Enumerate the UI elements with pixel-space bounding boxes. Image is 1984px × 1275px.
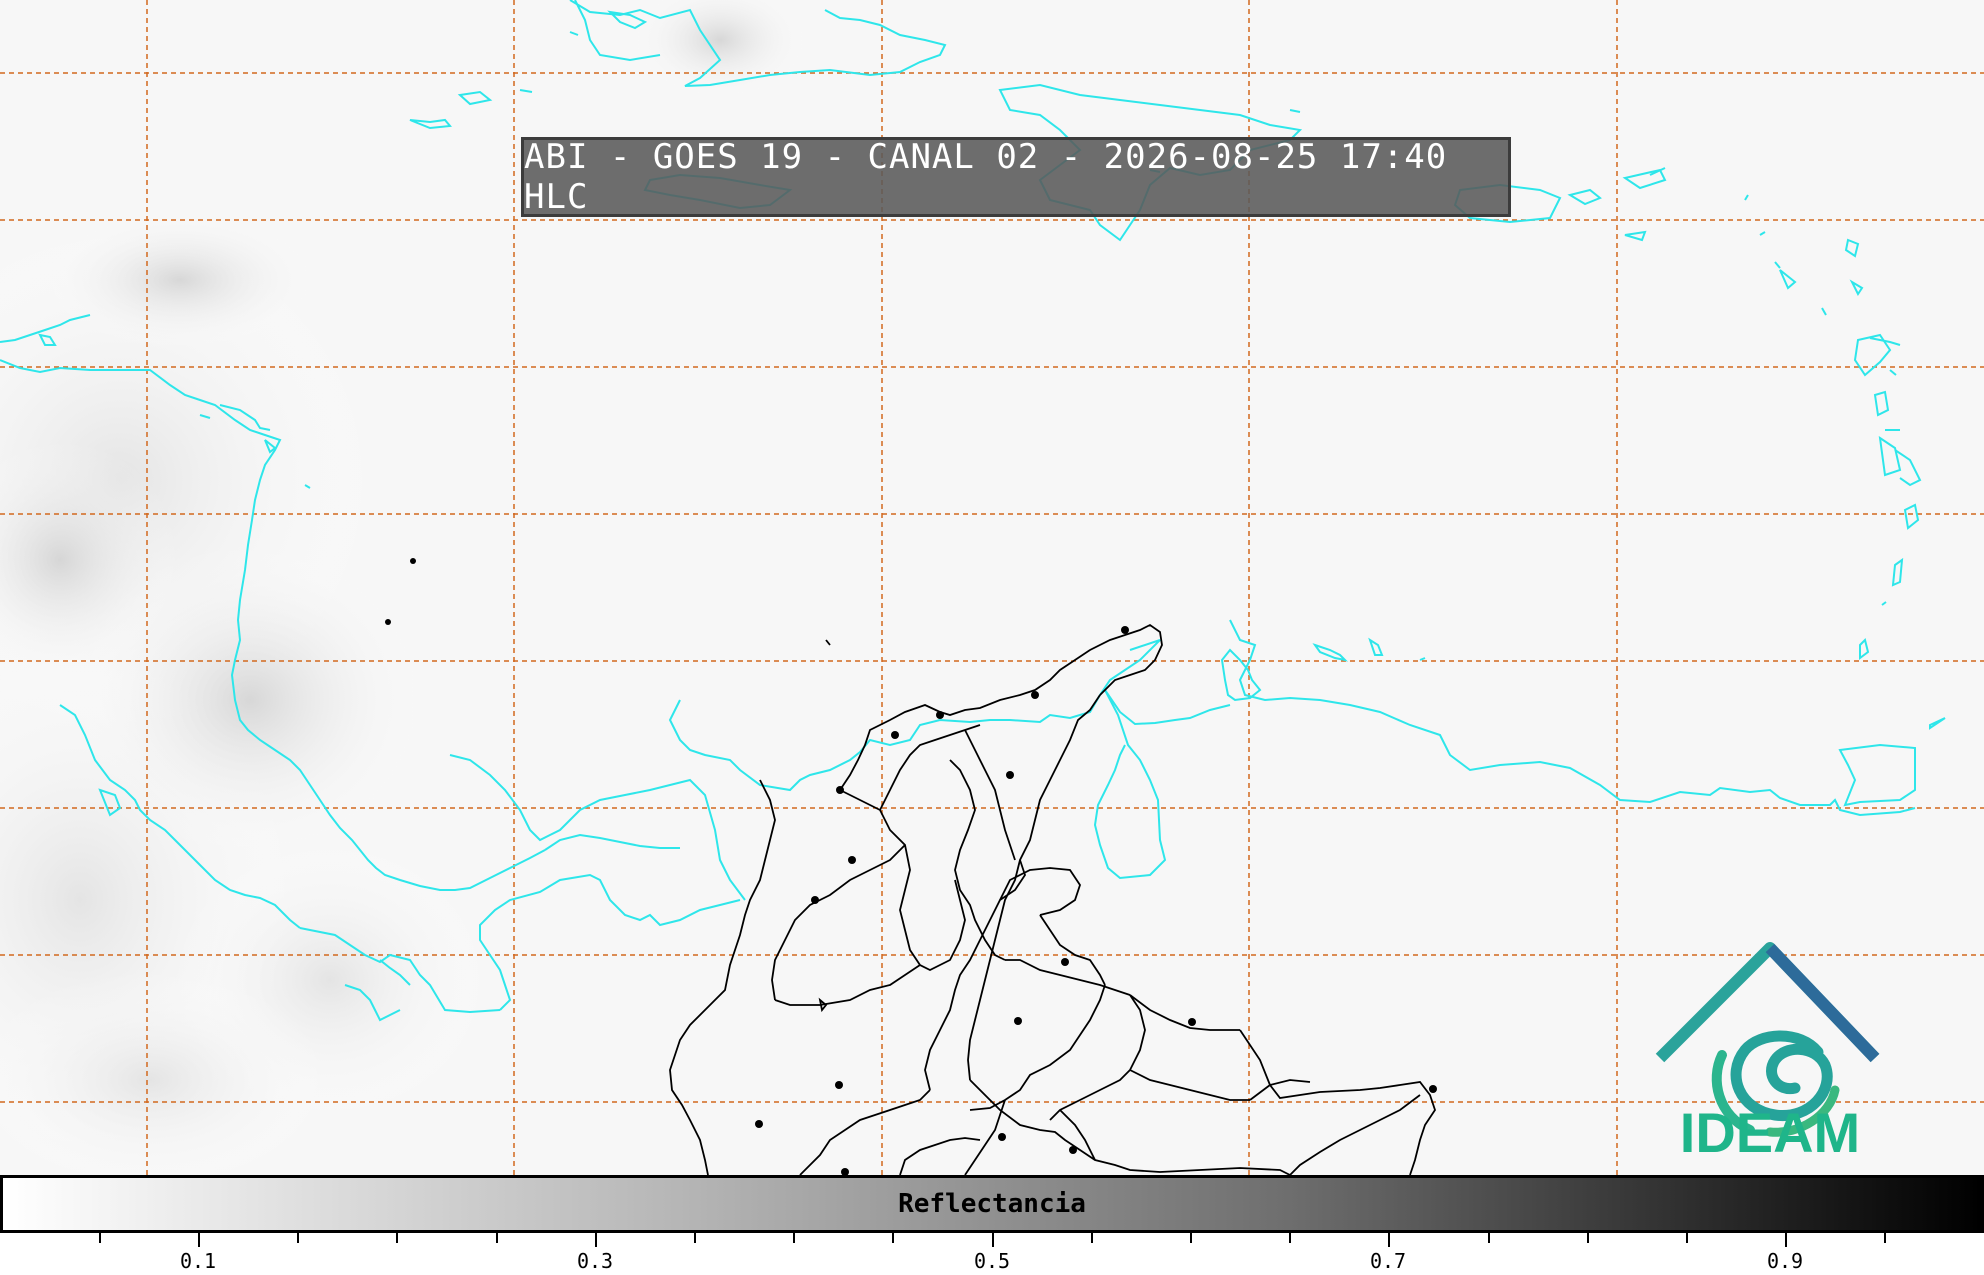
colorbar-tick-label: 0.3 xyxy=(576,1249,614,1273)
colorbar-tick xyxy=(1488,1233,1490,1243)
colorbar-tick xyxy=(198,1233,200,1247)
colorbar-tick xyxy=(1388,1233,1390,1247)
ideam-logo-text: IDEAM xyxy=(1679,1101,1861,1164)
colorbar-tick xyxy=(793,1233,795,1243)
colorbar-tick xyxy=(992,1233,994,1247)
colorbar-tick xyxy=(1884,1233,1886,1243)
colorbar-tick-label: 0.9 xyxy=(1766,1249,1804,1273)
satellite-viewer: ABI - GOES 19 - CANAL 02 - 2026-08-25 17… xyxy=(0,0,1984,1275)
colorbar-tick xyxy=(694,1233,696,1243)
colorbar-tick xyxy=(1785,1233,1787,1247)
colorbar: Reflectancia 0.1 0.3 0.5 0.7 0.9 xyxy=(0,1175,1984,1275)
colorbar-tick xyxy=(297,1233,299,1243)
colorbar-tick xyxy=(1587,1233,1589,1243)
colorbar-tick-label: 0.1 xyxy=(179,1249,217,1273)
colorbar-tick xyxy=(1289,1233,1291,1243)
colorbar-tick xyxy=(1686,1233,1688,1243)
map-title: ABI - GOES 19 - CANAL 02 - 2026-08-25 17… xyxy=(521,137,1511,217)
colorbar-tick xyxy=(99,1233,101,1243)
colorbar-tick xyxy=(892,1233,894,1243)
colorbar-tick-label: 0.5 xyxy=(973,1249,1011,1273)
colorbar-tick-label: 0.7 xyxy=(1369,1249,1407,1273)
colorbar-tick xyxy=(1190,1233,1192,1243)
colorbar-tick xyxy=(496,1233,498,1243)
colorbar-tick xyxy=(396,1233,398,1243)
colorbar-label: Reflectancia xyxy=(898,1189,1086,1219)
colorbar-tick xyxy=(1091,1233,1093,1243)
colorbar-tick xyxy=(595,1233,597,1247)
